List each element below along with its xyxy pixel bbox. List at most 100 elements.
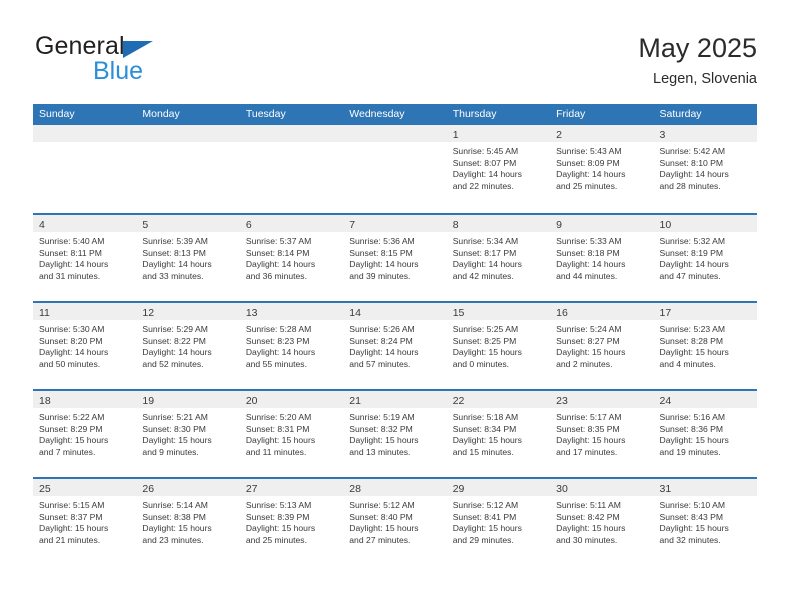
day-number-band	[136, 125, 240, 142]
calendar-day-cell[interactable]: 16 Sunrise: 5:24 AM Sunset: 8:27 PM Dayligh…	[550, 303, 654, 389]
day-detail-line: Daylight: 15 hours	[556, 523, 626, 534]
day-number-band: 23	[550, 391, 654, 408]
calendar-day-cell[interactable]: 17 Sunrise: 5:23 AM Sunset: 8:28 PM Dayligh…	[653, 303, 757, 389]
day-number-band: 19	[136, 391, 240, 408]
day-detail-line: and 50 minutes.	[39, 358, 101, 369]
day-number-band: 5	[136, 215, 240, 232]
day-detail-line: and 2 minutes.	[556, 358, 613, 369]
day-number-band: 17	[653, 303, 757, 320]
calendar-day-cell[interactable]: 3 Sunrise: 5:42 AM Sunset: 8:10 PM Daylight…	[653, 125, 757, 213]
day-detail-line: and 29 minutes.	[452, 534, 514, 545]
day-details: Sunrise: 5:39 AM Sunset: 8:13 PM Daylight:…	[136, 232, 239, 282]
day-details: Sunrise: 5:10 AM Sunset: 8:43 PM Daylight:…	[654, 496, 757, 546]
day-number-band: 28	[343, 479, 447, 496]
calendar-day-cell[interactable]: 7 Sunrise: 5:36 AM Sunset: 8:15 PM Daylight…	[343, 215, 447, 301]
day-number-band: 29	[446, 479, 551, 496]
brand-logo[interactable]: General Blue	[35, 32, 255, 88]
calendar-day-cell[interactable]: 23 Sunrise: 5:17 AM Sunset: 8:35 PM Dayligh…	[550, 391, 654, 477]
day-detail-line: Sunset: 8:28 PM	[659, 335, 724, 346]
day-detail-line: Daylight: 15 hours	[556, 435, 626, 446]
day-number: 10	[659, 219, 672, 231]
calendar-day-cell-empty	[343, 125, 447, 213]
calendar-day-cell-empty	[136, 125, 240, 213]
calendar-day-cell[interactable]: 26 Sunrise: 5:14 AM Sunset: 8:38 PM Dayligh…	[136, 479, 240, 565]
day-detail-line: Sunset: 8:37 PM	[39, 511, 103, 522]
day-number: 21	[349, 395, 361, 407]
calendar-day-cell[interactable]: 9 Sunrise: 5:33 AM Sunset: 8:18 PM Daylight…	[550, 215, 654, 301]
day-detail-line: Daylight: 15 hours	[659, 435, 729, 446]
calendar-day-cell[interactable]: 13 Sunrise: 5:28 AM Sunset: 8:23 PM Dayligh…	[239, 303, 344, 389]
day-detail-line: Sunrise: 5:30 AM	[39, 324, 105, 334]
calendar-week-row: 25 Sunrise: 5:15 AM Sunset: 8:37 PM Dayligh…	[33, 477, 757, 565]
day-details: Sunrise: 5:25 AM Sunset: 8:25 PM Daylight:…	[447, 320, 550, 370]
calendar-day-cell[interactable]: 21 Sunrise: 5:19 AM Sunset: 8:32 PM Dayligh…	[343, 391, 447, 477]
calendar-day-cell[interactable]: 5 Sunrise: 5:39 AM Sunset: 8:13 PM Daylight…	[136, 215, 240, 301]
calendar-day-cell[interactable]: 8 Sunrise: 5:34 AM Sunset: 8:17 PM Daylight…	[446, 215, 551, 301]
day-detail-line: and 42 minutes.	[452, 270, 514, 281]
calendar-day-cell-empty	[239, 125, 344, 213]
calendar-weeks: 1 Sunrise: 5:45 AM Sunset: 8:07 PM Daylight…	[33, 125, 757, 565]
calendar-day-cell[interactable]: 4 Sunrise: 5:40 AM Sunset: 8:11 PM Daylight…	[33, 215, 137, 301]
day-detail-line: Sunrise: 5:14 AM	[142, 500, 208, 510]
day-detail-line: Sunset: 8:24 PM	[349, 335, 413, 346]
day-details: Sunrise: 5:36 AM Sunset: 8:15 PM Daylight:…	[343, 232, 446, 282]
day-detail-line: Daylight: 14 hours	[142, 259, 212, 270]
day-number: 13	[245, 307, 258, 319]
calendar-day-cell[interactable]: 6 Sunrise: 5:37 AM Sunset: 8:14 PM Daylight…	[239, 215, 344, 301]
day-detail-line: Sunset: 8:14 PM	[245, 247, 310, 258]
day-number: 5	[142, 219, 149, 231]
calendar-day-cell[interactable]: 28 Sunrise: 5:12 AM Sunset: 8:40 PM Dayligh…	[343, 479, 447, 565]
weekday-header-saturday: Saturday	[659, 108, 702, 120]
day-number: 30	[556, 483, 568, 495]
day-details: Sunrise: 5:43 AM Sunset: 8:09 PM Daylight:…	[550, 142, 653, 192]
calendar-day-cell[interactable]: 14 Sunrise: 5:26 AM Sunset: 8:24 PM Dayligh…	[343, 303, 447, 389]
calendar-day-cell[interactable]: 25 Sunrise: 5:15 AM Sunset: 8:37 PM Dayligh…	[33, 479, 137, 565]
calendar-day-cell[interactable]: 24 Sunrise: 5:16 AM Sunset: 8:36 PM Dayligh…	[653, 391, 757, 477]
day-details	[33, 142, 136, 146]
day-detail-line: Daylight: 15 hours	[39, 435, 109, 446]
day-number: 14	[349, 307, 361, 319]
day-detail-line: and 36 minutes.	[245, 270, 307, 281]
day-detail-line: and 27 minutes.	[349, 534, 411, 545]
day-detail-line: and 28 minutes.	[659, 180, 721, 191]
day-number: 11	[39, 307, 50, 319]
calendar-day-cell[interactable]: 19 Sunrise: 5:21 AM Sunset: 8:30 PM Dayligh…	[136, 391, 240, 477]
day-number-band: 12	[136, 303, 240, 320]
calendar-day-cell[interactable]: 15 Sunrise: 5:25 AM Sunset: 8:25 PM Dayligh…	[446, 303, 551, 389]
day-number-band: 26	[136, 479, 240, 496]
brand-name-general: General	[35, 32, 125, 60]
day-number-band: 3	[653, 125, 757, 142]
calendar-day-cell[interactable]: 30 Sunrise: 5:11 AM Sunset: 8:42 PM Dayligh…	[550, 479, 654, 565]
calendar-day-cell[interactable]: 18 Sunrise: 5:22 AM Sunset: 8:29 PM Dayligh…	[33, 391, 137, 477]
calendar-day-cell[interactable]: 2 Sunrise: 5:43 AM Sunset: 8:09 PM Daylight…	[550, 125, 654, 213]
day-detail-line: Daylight: 15 hours	[349, 435, 419, 446]
calendar-day-cell[interactable]: 10 Sunrise: 5:32 AM Sunset: 8:19 PM Dayligh…	[653, 215, 757, 301]
calendar-day-cell[interactable]: 20 Sunrise: 5:20 AM Sunset: 8:31 PM Dayligh…	[239, 391, 344, 477]
calendar-day-cell[interactable]: 29 Sunrise: 5:12 AM Sunset: 8:41 PM Dayligh…	[446, 479, 551, 565]
day-details: Sunrise: 5:26 AM Sunset: 8:24 PM Daylight:…	[343, 320, 446, 370]
day-details: Sunrise: 5:32 AM Sunset: 8:19 PM Daylight:…	[654, 232, 757, 282]
calendar-day-cell[interactable]: 22 Sunrise: 5:18 AM Sunset: 8:34 PM Dayligh…	[446, 391, 551, 477]
weekday-header-tuesday: Tuesday	[245, 108, 286, 120]
calendar-week-row: 18 Sunrise: 5:22 AM Sunset: 8:29 PM Dayligh…	[33, 389, 757, 477]
calendar-day-cell[interactable]: 31 Sunrise: 5:10 AM Sunset: 8:43 PM Dayligh…	[653, 479, 757, 565]
day-number-band: 25	[33, 479, 137, 496]
day-number: 8	[452, 219, 459, 231]
day-detail-line: and 55 minutes.	[245, 358, 307, 369]
day-detail-line: Sunrise: 5:25 AM	[452, 324, 519, 334]
day-detail-line: and 57 minutes.	[349, 358, 411, 369]
day-number: 3	[659, 129, 666, 141]
day-number-band: 14	[343, 303, 447, 320]
calendar-page: General Blue May 2025 Legen, Slovenia Su…	[0, 0, 792, 612]
day-detail-line: Sunset: 8:19 PM	[659, 247, 724, 258]
page-header: General Blue May 2025 Legen, Slovenia	[35, 32, 757, 92]
day-detail-line: Daylight: 14 hours	[349, 347, 419, 358]
calendar-day-cell[interactable]: 12 Sunrise: 5:29 AM Sunset: 8:22 PM Dayligh…	[136, 303, 240, 389]
day-number: 22	[452, 395, 465, 407]
calendar-day-cell[interactable]: 1 Sunrise: 5:45 AM Sunset: 8:07 PM Daylight…	[446, 125, 551, 213]
day-detail-line: Sunset: 8:23 PM	[245, 335, 310, 346]
calendar-day-cell[interactable]: 27 Sunrise: 5:13 AM Sunset: 8:39 PM Dayligh…	[239, 479, 344, 565]
day-details: Sunrise: 5:16 AM Sunset: 8:36 PM Daylight:…	[654, 408, 757, 458]
day-details	[343, 142, 446, 146]
calendar-day-cell[interactable]: 11 Sunrise: 5:30 AM Sunset: 8:20 PM Dayligh…	[33, 303, 137, 389]
